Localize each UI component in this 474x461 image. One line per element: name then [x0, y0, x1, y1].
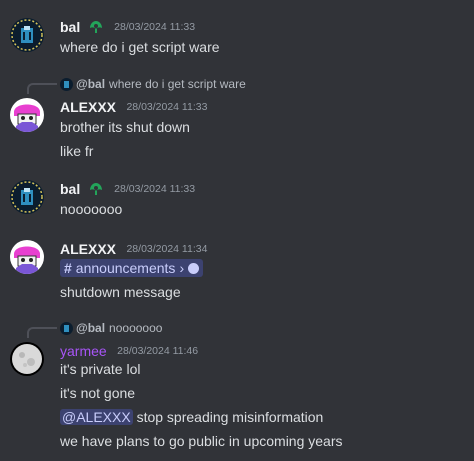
reply-preview[interactable]: @bal nooooooo — [60, 321, 163, 336]
message-text: we have plans to go public in upcoming y… — [60, 433, 343, 449]
avatar[interactable] — [10, 342, 44, 376]
reply-spine — [27, 83, 57, 94]
chat-log: bal 28/03/2024 11:33 where do i get scri… — [0, 0, 474, 461]
timestamp: 28/03/2024 11:46 — [117, 344, 199, 357]
timestamp: 28/03/2024 11:33 — [126, 100, 208, 113]
message-text: where do i get script ware — [60, 39, 220, 55]
channel-name: announcements — [75, 260, 176, 276]
timestamp: 28/03/2024 11:34 — [126, 242, 208, 255]
channel-link[interactable]: # announcements › — [60, 259, 204, 277]
timestamp: 28/03/2024 11:33 — [114, 182, 196, 195]
avatar[interactable] — [10, 98, 44, 132]
message-text: like fr — [60, 143, 94, 159]
hash-icon: # — [64, 260, 72, 276]
thread-bubble-icon — [188, 263, 200, 274]
message-header: bal 28/03/2024 11:33 — [60, 180, 195, 198]
message-header: yarmee 28/03/2024 11:46 — [60, 342, 198, 360]
reply-avatar — [60, 78, 73, 92]
message-text: brother its shut down — [60, 119, 190, 135]
avatar[interactable] — [10, 240, 44, 274]
leaf-badge-icon — [88, 19, 104, 35]
username[interactable]: bal — [60, 181, 80, 197]
message-header: ALEXXX 28/03/2024 11:33 — [60, 98, 207, 116]
avatar[interactable] — [10, 180, 44, 214]
message-text: shutdown message — [60, 284, 181, 300]
message-header: bal 28/03/2024 11:33 — [60, 18, 195, 36]
reply-spine — [27, 327, 57, 338]
leaf-badge-icon — [88, 181, 104, 197]
reply-author: @bal — [76, 77, 106, 91]
reply-avatar — [60, 322, 73, 336]
reply-preview[interactable]: @bal where do i get script ware — [60, 77, 246, 92]
username[interactable]: yarmee — [60, 343, 107, 359]
message-text: # announcements › — [60, 259, 204, 277]
username[interactable]: ALEXXX — [60, 99, 116, 115]
message-text: nooooooo — [60, 201, 123, 217]
message-header: ALEXXX 28/03/2024 11:34 — [60, 240, 207, 258]
timestamp: 28/03/2024 11:33 — [114, 20, 196, 33]
username[interactable]: ALEXXX — [60, 241, 116, 257]
message-text: @ALEXXX stop spreading misinformation — [60, 409, 323, 425]
message-text: it's not gone — [60, 385, 136, 401]
reply-text: nooooooo — [109, 321, 163, 335]
avatar[interactable] — [10, 18, 44, 52]
message-text: it's private lol — [60, 361, 141, 377]
user-mention[interactable]: @ALEXXX — [60, 409, 133, 425]
chevron-right-icon: › — [179, 260, 185, 276]
mention-text: stop spreading misinformation — [132, 409, 324, 425]
username[interactable]: bal — [60, 19, 80, 35]
reply-text: where do i get script ware — [109, 77, 246, 91]
reply-author: @bal — [76, 321, 106, 335]
